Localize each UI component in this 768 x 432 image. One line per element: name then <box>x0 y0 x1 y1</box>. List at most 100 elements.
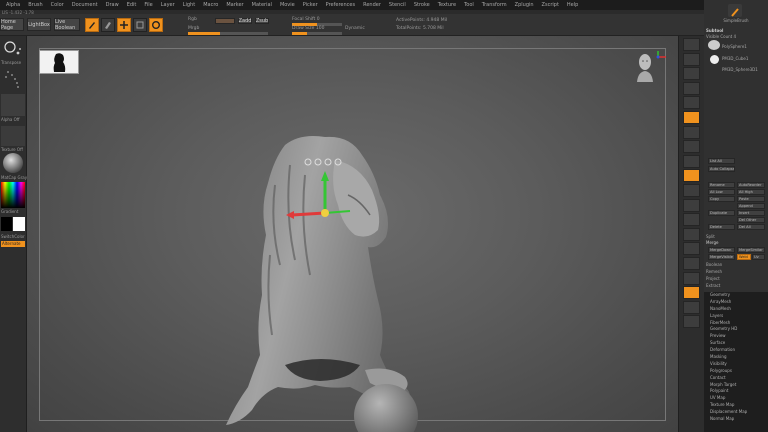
subtool-title[interactable]: Subtool <box>706 28 766 33</box>
merge-visible-button[interactable]: MergeVisible <box>708 254 735 260</box>
tray-tool-button[interactable] <box>683 286 700 300</box>
live-boolean-button[interactable]: Live Boolean <box>54 18 80 31</box>
lightbox-button[interactable]: LightBox <box>27 18 51 31</box>
menu-color[interactable]: Color <box>47 2 68 8</box>
lion-sculpture-model[interactable] <box>200 125 440 432</box>
subtool-item-3[interactable]: PM3D_Sphere3D1 <box>722 67 766 72</box>
menu-alpha[interactable]: Alpha <box>2 2 24 8</box>
list-all-button[interactable]: List All <box>708 158 735 164</box>
menu-edit[interactable]: Edit <box>123 2 141 8</box>
merge-menu[interactable]: Merge <box>706 240 766 245</box>
menu-document[interactable]: Document <box>68 2 102 8</box>
extract-menu[interactable]: Extract <box>706 283 766 288</box>
submenu-item[interactable]: ArrayMesh <box>704 299 768 306</box>
rgb-toggle[interactable] <box>215 18 235 24</box>
auto-reorder-button[interactable]: AutoReorder <box>737 182 765 188</box>
submenu-item[interactable]: Morph Target <box>704 382 768 389</box>
simple-brush-icon[interactable] <box>728 4 742 17</box>
submenu-item[interactable]: Deformation <box>704 347 768 354</box>
rgb-intensity-slider[interactable] <box>188 32 268 35</box>
tray-tool-button[interactable] <box>683 125 700 139</box>
submenu-item[interactable]: Visibility <box>704 361 768 368</box>
tray-tool-button[interactable] <box>683 38 700 51</box>
tray-tool-button[interactable] <box>683 154 700 168</box>
menu-draw[interactable]: Draw <box>102 2 123 8</box>
subtool-thumbnail-2[interactable] <box>710 55 719 64</box>
zadd-button[interactable]: Zadd <box>238 18 252 24</box>
color-picker[interactable] <box>1 182 25 208</box>
del-other-button[interactable]: Del Other <box>737 217 765 223</box>
menu-brush[interactable]: Brush <box>24 2 46 8</box>
subtool-item-1[interactable]: PolySphere1 <box>722 44 766 49</box>
menu-macro[interactable]: Macro <box>199 2 222 8</box>
auto-collapse-button[interactable]: Auto Collapse <box>708 166 735 172</box>
menu-zplugin[interactable]: Zplugin <box>511 2 538 8</box>
copy-button[interactable]: Copy <box>708 196 735 202</box>
secondary-color-swatch[interactable] <box>13 217 25 231</box>
scale-mode-button[interactable] <box>133 18 147 32</box>
subtool-item-2[interactable]: PM3D_Cube1 <box>722 56 766 61</box>
weld-toggle[interactable]: Weld <box>737 254 751 260</box>
material-slot[interactable] <box>1 152 25 174</box>
uv-toggle[interactable]: Uv <box>752 254 765 260</box>
submenu-item[interactable]: Geometry HD <box>704 326 768 333</box>
submenu-item[interactable]: Surface <box>704 340 768 347</box>
tray-tool-button[interactable] <box>683 111 700 124</box>
submenu-item[interactable]: Layers <box>704 313 768 320</box>
merge-down-button[interactable]: MergeDown <box>708 247 735 253</box>
submenu-item[interactable]: NanoMesh <box>704 306 768 313</box>
submenu-item[interactable]: Texture Map <box>704 402 768 409</box>
edit-mode-button[interactable] <box>85 18 99 32</box>
menu-movie[interactable]: Movie <box>276 2 299 8</box>
menu-zscript[interactable]: Zscript <box>538 2 563 8</box>
menu-transform[interactable]: Transform <box>478 2 511 8</box>
tray-tool-button[interactable] <box>683 169 700 183</box>
submenu-item[interactable]: Polygroups <box>704 368 768 375</box>
main-color-swatch[interactable] <box>1 217 12 231</box>
insert-button[interactable]: Insert <box>737 210 765 216</box>
menu-marker[interactable]: Marker <box>222 2 247 8</box>
submenu-item[interactable]: Normal Map <box>704 416 768 423</box>
tray-tool-button[interactable] <box>683 213 700 227</box>
tray-tool-button[interactable] <box>683 140 700 154</box>
submenu-item[interactable]: Contact <box>704 375 768 382</box>
navigation-thumbnail[interactable] <box>39 50 79 74</box>
menu-texture[interactable]: Texture <box>434 2 460 8</box>
tray-tool-button[interactable] <box>683 184 700 197</box>
stroke-button[interactable] <box>2 68 24 92</box>
rotate-mode-button[interactable] <box>149 18 163 32</box>
duplicate-button[interactable]: Duplicate <box>708 210 735 216</box>
submenu-item[interactable]: Preview <box>704 333 768 340</box>
tray-tool-button[interactable] <box>683 67 700 81</box>
split-menu[interactable]: Split <box>706 234 766 239</box>
menu-file[interactable]: File <box>140 2 156 8</box>
move-mode-button[interactable] <box>117 18 131 32</box>
draw-mode-button[interactable] <box>101 18 115 32</box>
home-page-button[interactable]: Home Page <box>0 18 24 31</box>
menu-help[interactable]: Help <box>563 2 582 8</box>
project-menu[interactable]: Project <box>706 276 766 281</box>
submenu-item[interactable]: Displacement Map <box>704 409 768 416</box>
menu-material[interactable]: Material <box>248 2 276 8</box>
menu-preferences[interactable]: Preferences <box>322 2 359 8</box>
tray-tool-button[interactable] <box>683 227 700 241</box>
paste-button[interactable]: Paste <box>737 196 765 202</box>
all-high-button[interactable]: All High <box>737 189 765 195</box>
menu-render[interactable]: Render <box>359 2 385 8</box>
delete-button[interactable]: Delete <box>708 224 735 230</box>
tray-tool-button[interactable] <box>683 198 700 212</box>
tray-tool-button[interactable] <box>683 81 700 95</box>
menu-stroke[interactable]: Stroke <box>410 2 434 8</box>
merge-similar-button[interactable]: MergeSimilar <box>737 247 765 253</box>
del-all-button[interactable]: Del All <box>737 224 765 230</box>
submenu-item[interactable]: UV Map <box>704 395 768 402</box>
tray-tool-button[interactable] <box>683 257 700 270</box>
zsub-button[interactable]: Zsub <box>255 18 269 24</box>
alternate-button[interactable]: Alternate <box>1 241 25 247</box>
submenu-item[interactable]: Polypaint <box>704 388 768 395</box>
texture-slot[interactable] <box>1 126 25 146</box>
tray-tool-button[interactable] <box>683 52 700 66</box>
all-low-button[interactable]: All Low <box>708 189 735 195</box>
rename-button[interactable]: Rename <box>708 182 735 188</box>
tray-tool-button[interactable] <box>683 96 700 110</box>
